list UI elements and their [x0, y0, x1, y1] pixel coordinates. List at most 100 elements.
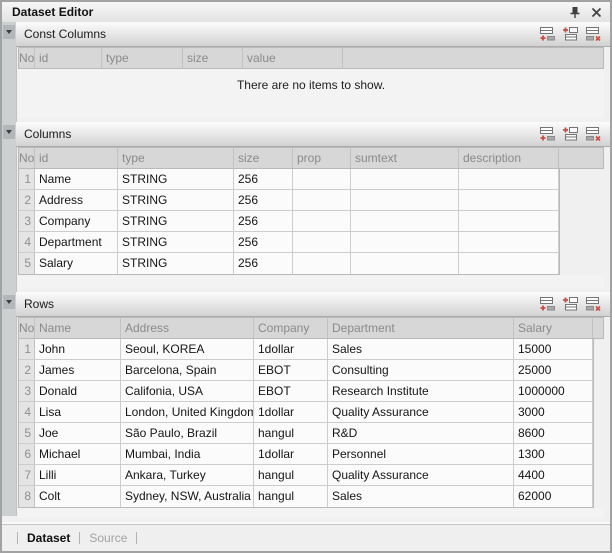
data-cell[interactable]: Consulting — [328, 360, 514, 380]
add-row-icon[interactable] — [539, 126, 556, 142]
data-cell[interactable]: Personnel — [328, 444, 514, 464]
column-header-sumtext[interactable]: sumtext — [351, 148, 459, 168]
column-header-description[interactable]: description — [459, 148, 559, 168]
data-cell[interactable]: Address — [35, 190, 118, 210]
data-cell[interactable]: 1dollar — [254, 402, 328, 422]
data-cell[interactable]: Quality Assurance — [328, 402, 514, 422]
column-header-company[interactable]: Company — [254, 318, 328, 338]
row-number-cell[interactable]: 3 — [19, 381, 35, 401]
column-header-size[interactable]: size — [234, 148, 293, 168]
data-cell[interactable]: Seoul, KOREA — [121, 339, 254, 359]
data-cell[interactable] — [351, 169, 459, 189]
insert-row-icon[interactable] — [562, 26, 579, 42]
data-cell[interactable]: Research Institute — [328, 381, 514, 401]
column-header-id[interactable]: id — [35, 48, 102, 68]
data-cell[interactable]: Barcelona, Spain — [121, 360, 254, 380]
data-cell[interactable]: James — [35, 360, 121, 380]
row-number-cell[interactable]: 3 — [19, 211, 35, 231]
data-cell[interactable]: 256 — [234, 190, 293, 210]
data-cell[interactable]: Mumbai, India — [121, 444, 254, 464]
row-number-cell[interactable]: 7 — [19, 465, 35, 485]
data-cell[interactable]: STRING — [118, 190, 234, 210]
data-cell[interactable] — [459, 190, 559, 210]
data-cell[interactable]: John — [35, 339, 121, 359]
data-cell[interactable]: Sydney, NSW, Australia — [121, 486, 254, 507]
column-header-id[interactable]: id — [35, 148, 118, 168]
data-cell[interactable]: Sales — [328, 339, 514, 359]
row-number-cell[interactable]: 8 — [19, 486, 35, 507]
data-cell[interactable]: Michael — [35, 444, 121, 464]
data-cell[interactable]: hangul — [254, 423, 328, 443]
data-cell[interactable]: 1300 — [514, 444, 593, 464]
data-cell[interactable]: STRING — [118, 211, 234, 231]
data-cell[interactable] — [351, 190, 459, 210]
data-cell[interactable] — [351, 211, 459, 231]
insert-row-icon[interactable] — [562, 296, 579, 312]
row-number-cell[interactable]: 1 — [19, 339, 35, 359]
column-header-no[interactable]: No — [19, 148, 35, 168]
data-cell[interactable]: 1dollar — [254, 444, 328, 464]
data-cell[interactable] — [459, 232, 559, 252]
tab-dataset[interactable]: Dataset — [27, 531, 70, 545]
row-number-cell[interactable]: 5 — [19, 253, 35, 274]
row-number-cell[interactable]: 1 — [19, 169, 35, 189]
data-cell[interactable] — [293, 190, 351, 210]
data-cell[interactable] — [459, 211, 559, 231]
column-header-no[interactable]: No — [19, 48, 35, 68]
insert-row-icon[interactable] — [562, 126, 579, 142]
data-cell[interactable] — [293, 211, 351, 231]
data-cell[interactable]: 256 — [234, 232, 293, 252]
data-cell[interactable]: 256 — [234, 169, 293, 189]
data-cell[interactable]: 62000 — [514, 486, 593, 507]
data-cell[interactable] — [351, 232, 459, 252]
data-cell[interactable]: R&D — [328, 423, 514, 443]
data-cell[interactable]: hangul — [254, 465, 328, 485]
column-header-value[interactable]: value — [243, 48, 343, 68]
data-cell[interactable]: London, United Kingdom — [121, 402, 254, 422]
delete-row-icon[interactable] — [585, 26, 602, 42]
data-cell[interactable]: Lisa — [35, 402, 121, 422]
data-cell[interactable]: EBOT — [254, 381, 328, 401]
column-header-department[interactable]: Department — [328, 318, 514, 338]
data-cell[interactable]: Joe — [35, 423, 121, 443]
close-icon[interactable] — [589, 5, 603, 19]
data-cell[interactable]: 256 — [234, 211, 293, 231]
collapse-arrow-const-columns[interactable] — [3, 25, 15, 39]
data-cell[interactable]: 8600 — [514, 423, 593, 443]
data-cell[interactable]: Company — [35, 211, 118, 231]
data-cell[interactable]: Califonia, USA — [121, 381, 254, 401]
tab-source[interactable]: Source — [89, 531, 127, 545]
data-cell[interactable] — [293, 169, 351, 189]
data-cell[interactable]: 3000 — [514, 402, 593, 422]
delete-row-icon[interactable] — [585, 126, 602, 142]
column-header-no[interactable]: No — [19, 318, 35, 338]
data-cell[interactable] — [293, 253, 351, 274]
add-row-icon[interactable] — [539, 296, 556, 312]
data-cell[interactable]: hangul — [254, 486, 328, 507]
data-cell[interactable]: 1000000 — [514, 381, 593, 401]
data-cell[interactable]: EBOT — [254, 360, 328, 380]
data-cell[interactable]: 25000 — [514, 360, 593, 380]
column-header-type[interactable]: type — [118, 148, 234, 168]
collapse-arrow-rows[interactable] — [3, 295, 15, 309]
row-number-cell[interactable]: 2 — [19, 190, 35, 210]
column-header-name[interactable]: Name — [35, 318, 121, 338]
data-cell[interactable]: Ankara, Turkey — [121, 465, 254, 485]
row-number-cell[interactable]: 4 — [19, 402, 35, 422]
data-cell[interactable]: Donald — [35, 381, 121, 401]
data-cell[interactable]: Colt — [35, 486, 121, 507]
data-cell[interactable]: Name — [35, 169, 118, 189]
data-cell[interactable]: São Paulo, Brazil — [121, 423, 254, 443]
data-cell[interactable] — [459, 169, 559, 189]
column-header-prop[interactable]: prop — [293, 148, 351, 168]
data-cell[interactable]: 15000 — [514, 339, 593, 359]
row-number-cell[interactable]: 2 — [19, 360, 35, 380]
data-cell[interactable]: Salary — [35, 253, 118, 274]
data-cell[interactable]: STRING — [118, 232, 234, 252]
data-cell[interactable]: STRING — [118, 253, 234, 274]
column-header-address[interactable]: Address — [121, 318, 254, 338]
data-cell[interactable] — [293, 232, 351, 252]
collapse-arrow-columns[interactable] — [3, 125, 15, 139]
data-cell[interactable]: Department — [35, 232, 118, 252]
data-cell[interactable]: STRING — [118, 169, 234, 189]
